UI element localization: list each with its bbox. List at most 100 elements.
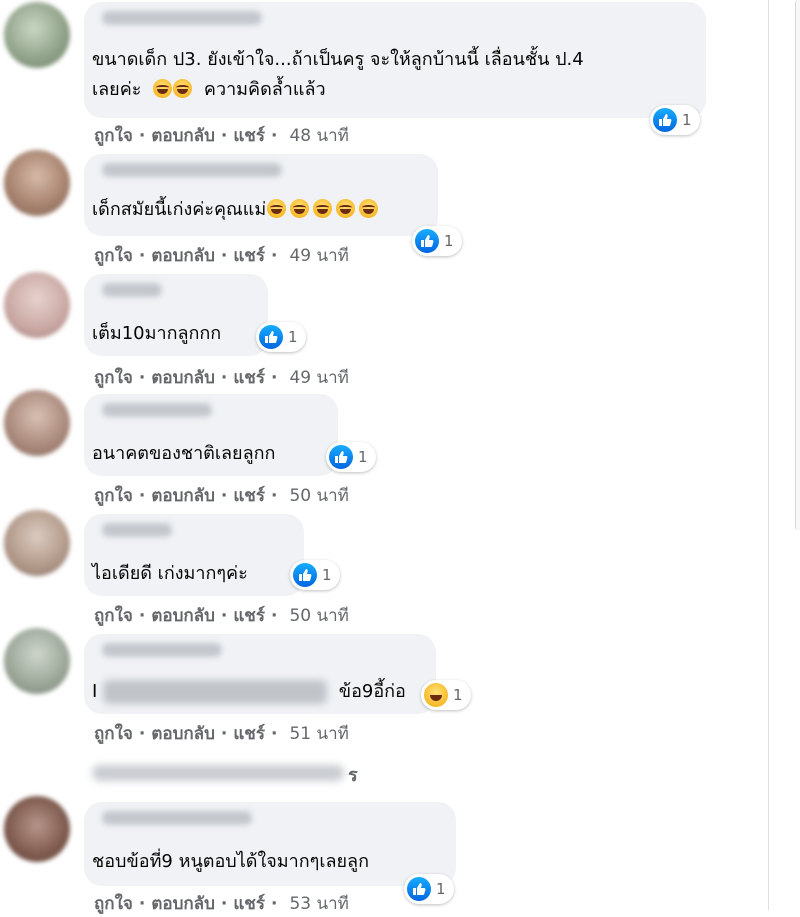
like-button[interactable]: ถูกใจ xyxy=(94,242,133,269)
comment-text-part: เลยค่ะ xyxy=(92,79,142,100)
comment-text: เด็กสมัยนี้เก่งค่ะคุณแม่ xyxy=(92,196,379,224)
like-button[interactable]: ถูกใจ xyxy=(94,482,133,509)
reply-button[interactable]: ตอบกลับ xyxy=(151,482,215,509)
avatar[interactable] xyxy=(4,2,70,68)
avatar[interactable] xyxy=(4,796,70,862)
comment-timestamp[interactable]: 48 นาที xyxy=(289,122,348,149)
share-button[interactable]: แชร์ xyxy=(233,482,265,509)
comment-bubble: ไอเดียดี เก่งมากๆค่ะ xyxy=(84,514,304,596)
comment-text-line2: เลยค่ะ ความคิดล้ำแล้ว xyxy=(92,76,326,104)
reply-button[interactable]: ตอบกลับ xyxy=(151,364,215,391)
scrollbar-thumb[interactable] xyxy=(795,0,800,530)
comment-timestamp[interactable]: 53 นาที xyxy=(289,890,348,917)
comment-timestamp[interactable]: 49 นาที xyxy=(289,242,348,269)
comment-timestamp[interactable]: 50 นาที xyxy=(289,602,348,629)
reaction-count: 1 xyxy=(322,566,332,584)
laughing-emoji-icon xyxy=(336,199,356,218)
like-icon xyxy=(259,325,283,349)
view-replies-link[interactable] xyxy=(92,765,344,781)
avatar[interactable] xyxy=(4,510,70,576)
avatar[interactable] xyxy=(4,150,70,216)
like-icon xyxy=(329,445,353,469)
like-button[interactable]: ถูกใจ xyxy=(94,720,133,747)
like-button[interactable]: ถูกใจ xyxy=(94,122,133,149)
reaction-count-badge[interactable]: 1 xyxy=(421,680,471,710)
reaction-count: 1 xyxy=(358,448,368,466)
share-button[interactable]: แชร์ xyxy=(233,890,265,917)
comment-text: I ข้อ9อี้ก่อ xyxy=(92,678,406,706)
laughing-emoji-icon xyxy=(313,199,333,218)
separator-dot: · xyxy=(220,485,228,506)
separator-dot: · xyxy=(220,125,228,146)
laughing-emoji-icon xyxy=(290,199,310,218)
comment-bubble: ขนาดเด็ก ป3. ยังเข้าใจ...ถ้าเป็นครู จะให… xyxy=(84,2,706,118)
separator-dot: · xyxy=(270,125,278,146)
share-button[interactable]: แชร์ xyxy=(233,122,265,149)
reaction-count: 1 xyxy=(682,111,692,129)
separator-dot: · xyxy=(138,723,146,744)
commenter-name[interactable] xyxy=(102,11,262,25)
reaction-count-badge[interactable]: 1 xyxy=(404,874,454,904)
separator-dot: · xyxy=(220,723,228,744)
separator-dot: · xyxy=(138,367,146,388)
like-button[interactable]: ถูกใจ xyxy=(94,890,133,917)
like-button[interactable]: ถูกใจ xyxy=(94,364,133,391)
view-replies-fragment: ร xyxy=(348,765,358,786)
comment-text-prefix: I xyxy=(92,681,98,702)
commenter-name[interactable] xyxy=(102,403,212,417)
separator-dot: · xyxy=(270,723,278,744)
reply-button[interactable]: ตอบกลับ xyxy=(151,720,215,747)
comment-actions: ถูกใจ · ตอบกลับ · แชร์ · 53 นาที xyxy=(94,890,349,917)
comment-text-line1: ขนาดเด็ก ป3. ยังเข้าใจ...ถ้าเป็นครู จะให… xyxy=(92,49,584,70)
comment-actions: ถูกใจ · ตอบกลับ · แชร์ · 48 นาที xyxy=(94,122,349,149)
reaction-count: 1 xyxy=(288,328,298,346)
comment-text-part: ข้อ9อี้ก่อ xyxy=(338,681,406,702)
commenter-name[interactable] xyxy=(102,283,162,297)
comment-text: ไอเดียดี เก่งมากๆค่ะ xyxy=(92,563,248,584)
separator-dot: · xyxy=(220,367,228,388)
separator-dot: · xyxy=(220,245,228,266)
like-button[interactable]: ถูกใจ xyxy=(94,602,133,629)
laughing-emoji-icon xyxy=(359,199,379,218)
share-button[interactable]: แชร์ xyxy=(233,364,265,391)
reply-button[interactable]: ตอบกลับ xyxy=(151,890,215,917)
reply-button[interactable]: ตอบกลับ xyxy=(151,602,215,629)
separator-dot: · xyxy=(138,245,146,266)
commenter-name[interactable] xyxy=(102,163,282,177)
comment-timestamp[interactable]: 49 นาที xyxy=(289,364,348,391)
blurred-mention[interactable] xyxy=(103,680,328,704)
avatar[interactable] xyxy=(4,390,70,456)
comment-timestamp[interactable]: 51 นาที xyxy=(289,720,348,747)
share-button[interactable]: แชร์ xyxy=(233,242,265,269)
reaction-count-badge[interactable]: 1 xyxy=(650,105,700,135)
comment-timestamp[interactable]: 50 นาที xyxy=(289,482,348,509)
avatar[interactable] xyxy=(4,272,70,338)
comment-text-part: เด็กสมัยนี้เก่งค่ะคุณแม่ xyxy=(92,199,267,220)
avatar[interactable] xyxy=(4,628,70,694)
comment-actions: ถูกใจ · ตอบกลับ · แชร์ · 51 นาที xyxy=(94,720,349,747)
commenter-name[interactable] xyxy=(102,643,222,657)
commenter-name[interactable] xyxy=(102,523,172,537)
reply-button[interactable]: ตอบกลับ xyxy=(151,122,215,149)
comment-actions: ถูกใจ · ตอบกลับ · แชร์ · 50 นาที xyxy=(94,602,349,629)
comment-actions: ถูกใจ · ตอบกลับ · แชร์ · 50 นาที xyxy=(94,482,349,509)
reaction-count-badge[interactable]: 1 xyxy=(326,442,376,472)
commenter-name[interactable] xyxy=(102,811,252,825)
reaction-count-badge[interactable]: 1 xyxy=(256,322,306,352)
separator-dot: · xyxy=(270,367,278,388)
comment-actions: ถูกใจ · ตอบกลับ · แชร์ · 49 นาที xyxy=(94,242,349,269)
like-icon xyxy=(415,229,439,253)
laughing-emoji-icon xyxy=(173,79,193,98)
separator-dot: · xyxy=(220,893,228,914)
separator-dot: · xyxy=(270,893,278,914)
reaction-count-badge[interactable]: 1 xyxy=(290,560,340,590)
comment-bubble: ชอบข้อที่9 หนูตอบได้ใจมากๆเลยลูก xyxy=(84,802,456,886)
comment-text: เต็ม10มากลูกกก xyxy=(92,323,222,344)
reaction-count-badge[interactable]: 1 xyxy=(412,226,462,256)
comment-actions: ถูกใจ · ตอบกลับ · แชร์ · 49 นาที xyxy=(94,364,349,391)
share-button[interactable]: แชร์ xyxy=(233,602,265,629)
share-button[interactable]: แชร์ xyxy=(233,720,265,747)
reply-button[interactable]: ตอบกลับ xyxy=(151,242,215,269)
reaction-count: 1 xyxy=(436,880,446,898)
like-icon xyxy=(407,877,431,901)
